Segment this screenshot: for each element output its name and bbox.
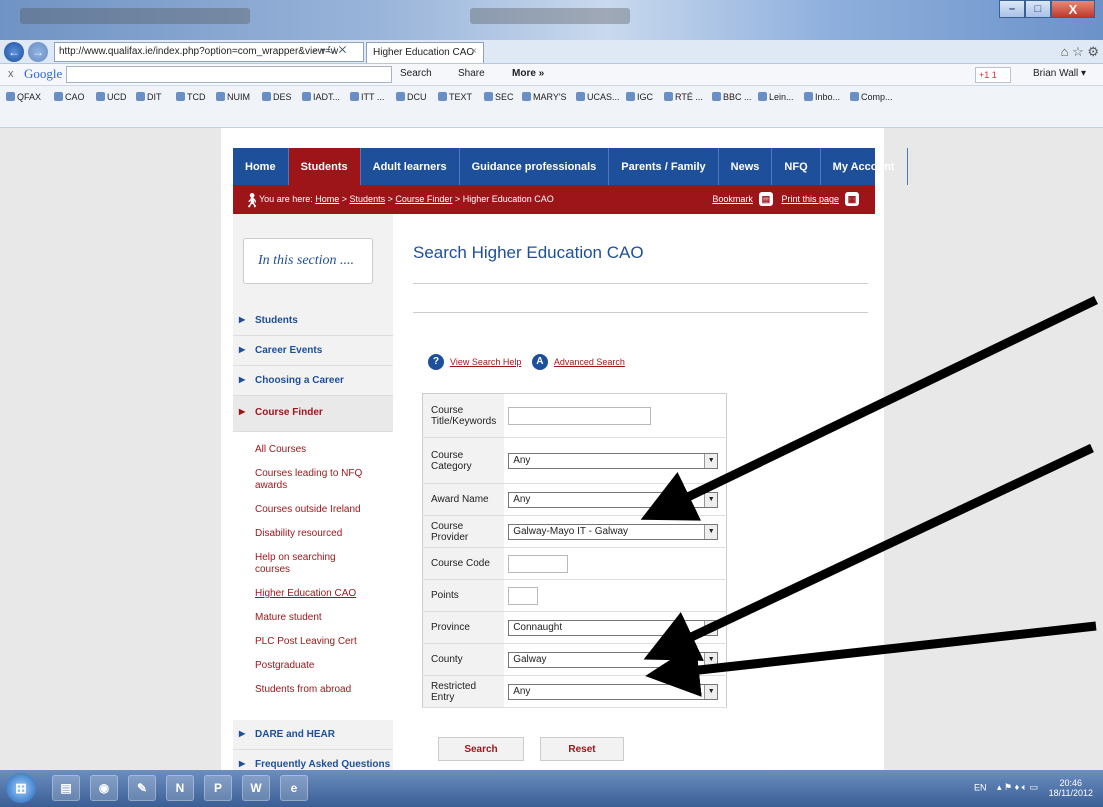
media-player-icon[interactable]: ◉ (90, 775, 118, 801)
clock[interactable]: 20:46 18/11/2012 (1049, 778, 1093, 798)
word-icon[interactable]: W (242, 775, 270, 801)
annotation-arrows (640, 295, 1098, 697)
clock-time: 20:46 (1059, 778, 1083, 788)
explorer-icon[interactable]: ▤ (52, 775, 80, 801)
tray-icons[interactable]: ▴ ⚑ ♦ 🔈︎ ▭ (997, 782, 1038, 792)
arrow-to-county (645, 621, 1097, 697)
publisher-icon[interactable]: P (204, 775, 232, 801)
clock-date: 18/11/2012 (1048, 788, 1093, 798)
app-icon[interactable]: N (166, 775, 194, 801)
internet-explorer-icon[interactable]: e (280, 775, 308, 801)
paint-icon[interactable]: ✎ (128, 775, 156, 801)
system-tray: EN ▴ ⚑ ♦ 🔈︎ ▭ 20:46 18/11/2012 (974, 778, 1093, 798)
start-button[interactable]: ⊞ (6, 773, 36, 803)
windows-taskbar: ⊞ ▤ ◉ ✎ N P W e EN ▴ ⚑ ♦ 🔈︎ ▭ 20:46 18/1… (0, 770, 1103, 807)
language-indicator[interactable]: EN (974, 782, 987, 792)
